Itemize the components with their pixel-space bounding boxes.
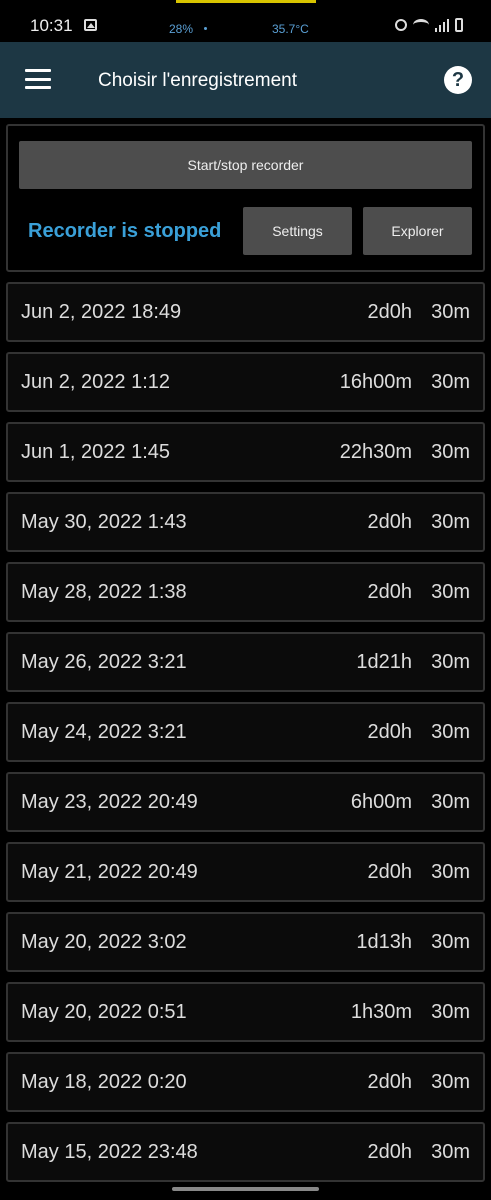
recording-interval: 30m (431, 581, 470, 603)
recording-item[interactable]: Jun 1, 2022 1:45 22h30m 30m (6, 422, 485, 482)
recording-interval: 30m (431, 511, 470, 533)
recording-item[interactable]: May 28, 2022 1:38 2d0h 30m (6, 562, 485, 622)
recording-duration: 6h00m (350, 791, 412, 813)
recording-item[interactable]: May 21, 2022 20:49 2d0h 30m (6, 842, 485, 902)
recorder-status-text: Recorder is stopped (28, 220, 222, 242)
recording-date: Jun 1, 2022 1:45 (21, 441, 171, 463)
recording-date: May 23, 2022 20:49 (21, 791, 198, 813)
recording-interval: 30m (431, 931, 470, 953)
recording-interval: 30m (431, 861, 470, 883)
temperature: 35.7°C (272, 22, 309, 36)
recording-date: May 24, 2022 3:21 (21, 721, 187, 743)
recording-interval: 30m (431, 301, 470, 323)
recording-duration: 2d0h (367, 1141, 413, 1163)
recording-interval: 30m (431, 1141, 470, 1163)
menu-icon[interactable] (25, 69, 51, 89)
recording-duration: 2d0h (367, 721, 413, 743)
app-bar: Choisir l'enregistrement ? (0, 42, 491, 118)
separator-dot (204, 27, 207, 30)
cpu-usage: 28% (169, 22, 194, 36)
start-stop-recorder-button[interactable]: Start/stop recorder (19, 141, 472, 189)
home-indicator[interactable] (172, 1187, 319, 1191)
recording-date: May 20, 2022 3:02 (21, 931, 187, 953)
recording-item[interactable]: May 20, 2022 3:02 1d13h 30m (6, 912, 485, 972)
recording-item[interactable]: May 30, 2022 1:43 2d0h 30m (6, 492, 485, 552)
recording-date: May 18, 2022 0:20 (21, 1071, 187, 1093)
recording-item[interactable]: May 20, 2022 0:51 1h30m 30m (6, 982, 485, 1042)
help-icon[interactable]: ? (444, 66, 472, 94)
recording-date: May 30, 2022 1:43 (21, 511, 187, 533)
battery-icon (455, 18, 463, 32)
recording-duration: 22h30m (339, 441, 412, 463)
recording-date: Jun 2, 2022 1:12 (21, 371, 171, 393)
recording-date: Jun 2, 2022 18:49 (21, 301, 182, 323)
recording-date: May 15, 2022 23:48 (21, 1141, 198, 1163)
image-icon (84, 19, 97, 31)
recording-item[interactable]: May 18, 2022 0:20 2d0h 30m (6, 1052, 485, 1112)
recording-date: May 28, 2022 1:38 (21, 581, 187, 603)
recording-interval: 30m (431, 791, 470, 813)
recording-duration: 2d0h (367, 1071, 413, 1093)
recording-interval: 30m (431, 721, 470, 743)
recording-duration: 16h00m (339, 371, 412, 393)
alarm-icon (395, 19, 407, 31)
recording-date: May 21, 2022 20:49 (21, 861, 198, 883)
recording-interval: 30m (431, 441, 470, 463)
recording-item[interactable]: May 23, 2022 20:49 6h00m 30m (6, 772, 485, 832)
recording-duration: 1d21h (356, 651, 412, 673)
recording-duration: 1h30m (350, 1001, 412, 1023)
recording-item[interactable]: Jun 2, 2022 1:12 16h00m 30m (6, 352, 485, 412)
status-bar: 10:31 28% 35.7°C (0, 0, 491, 42)
explorer-button[interactable]: Explorer (363, 207, 472, 255)
system-icons (395, 17, 463, 33)
recording-date: May 20, 2022 0:51 (21, 1001, 187, 1023)
status-time: 10:31 (30, 16, 73, 35)
recording-interval: 30m (431, 371, 470, 393)
recording-item[interactable]: May 15, 2022 23:48 2d0h 30m (6, 1122, 485, 1182)
recording-interval: 30m (431, 1001, 470, 1023)
recording-interval: 30m (431, 651, 470, 673)
recording-duration: 2d0h (367, 581, 413, 603)
recording-item[interactable]: Jun 2, 2022 18:49 2d0h 30m (6, 282, 485, 342)
recording-interval: 30m (431, 1071, 470, 1093)
recorder-control-panel: Start/stop recorder Recorder is stopped … (6, 124, 485, 272)
recording-date: May 26, 2022 3:21 (21, 651, 187, 673)
page-title: Choisir l'enregistrement (98, 70, 297, 91)
signal-icon (435, 18, 449, 32)
recording-duration: 2d0h (367, 301, 413, 323)
recording-item[interactable]: May 26, 2022 3:21 1d21h 30m (6, 632, 485, 692)
recording-item[interactable]: May 24, 2022 3:21 2d0h 30m (6, 702, 485, 762)
settings-button[interactable]: Settings (243, 207, 352, 255)
recording-duration: 1d13h (356, 931, 412, 953)
recording-duration: 2d0h (367, 511, 413, 533)
recording-duration: 2d0h (367, 861, 413, 883)
wifi-icon (413, 19, 429, 31)
status-accent-line (176, 0, 316, 3)
